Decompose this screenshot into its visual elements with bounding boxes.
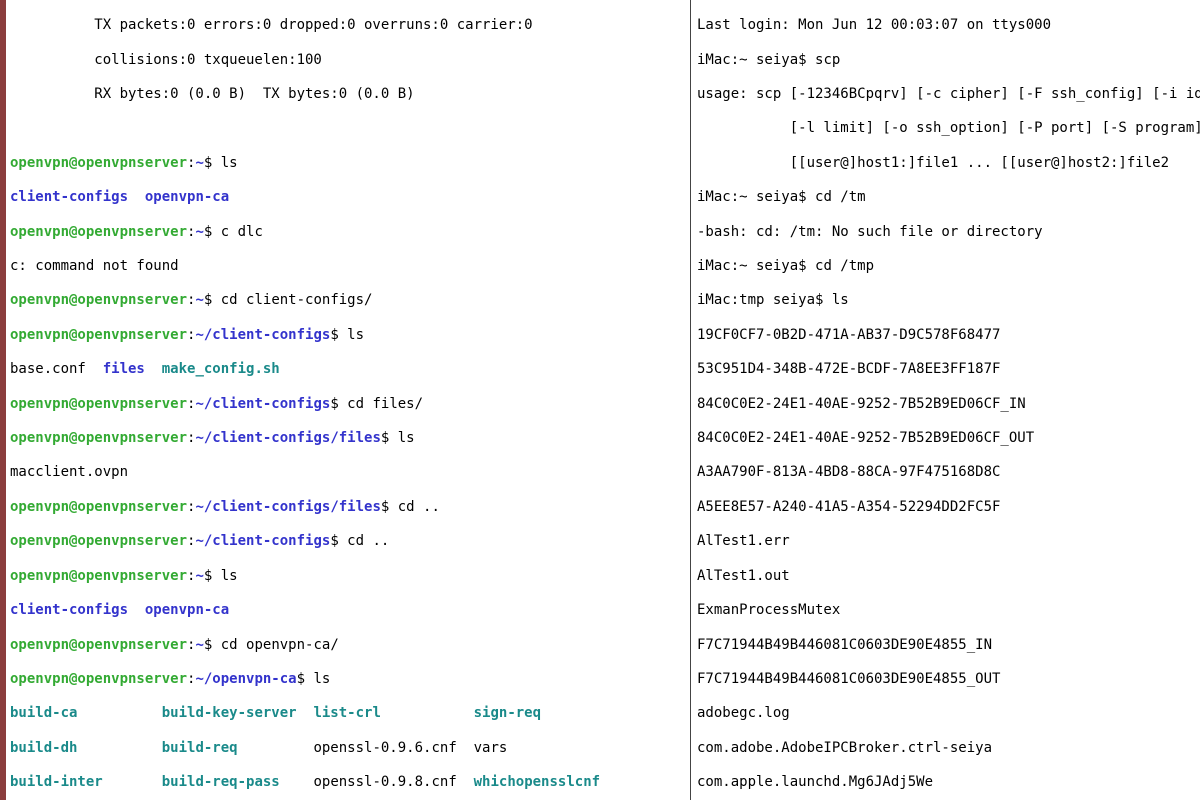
prompt-line: iMac:~ seiya$ scp bbox=[697, 52, 1200, 69]
ls-output: com.adobe.AdobeIPCBroker.ctrl-seiya bbox=[697, 740, 1200, 757]
ls-output: 84C0C0E2-24E1-40AE-9252-7B52B9ED06CF_OUT bbox=[697, 430, 1200, 447]
ls-output: build-inter build-req-pass openssl-0.9.8… bbox=[10, 774, 690, 791]
ls-output: AlTest1.err bbox=[697, 533, 1200, 550]
prompt-line: openvpn@openvpnserver:~/openvpn-ca$ ls bbox=[10, 671, 690, 688]
prompt-line: openvpn@openvpnserver:~$ cd openvpn-ca/ bbox=[10, 637, 690, 654]
prompt-line: openvpn@openvpnserver:~/client-configs/f… bbox=[10, 499, 690, 516]
blank-line bbox=[10, 120, 690, 137]
error-output: c: command not found bbox=[10, 258, 690, 275]
terminal-split-screen: TX packets:0 errors:0 dropped:0 overruns… bbox=[0, 0, 1200, 800]
ls-output: adobegc.log bbox=[697, 705, 1200, 722]
ls-output: ExmanProcessMutex bbox=[697, 602, 1200, 619]
ls-output: base.conf files make_config.sh bbox=[10, 361, 690, 378]
ls-output: F7C71944B49B446081C0603DE90E4855_OUT bbox=[697, 671, 1200, 688]
prompt-line: openvpn@openvpnserver:~/client-configs/f… bbox=[10, 430, 690, 447]
ls-output: 19CF0CF7-0B2D-471A-AB37-D9C578F68477 bbox=[697, 327, 1200, 344]
left-terminal-pane[interactable]: TX packets:0 errors:0 dropped:0 overruns… bbox=[0, 0, 691, 800]
error-output: -bash: cd: /tm: No such file or director… bbox=[697, 224, 1200, 241]
login-line: Last login: Mon Jun 12 00:03:07 on ttys0… bbox=[697, 17, 1200, 34]
ls-output: A3AA790F-813A-4BD8-88CA-97F475168D8C bbox=[697, 464, 1200, 481]
prompt-line: openvpn@openvpnserver:~$ ls bbox=[10, 155, 690, 172]
prompt-line: openvpn@openvpnserver:~$ ls bbox=[10, 568, 690, 585]
netstat-line: RX bytes:0 (0.0 B) TX bytes:0 (0.0 B) bbox=[10, 86, 690, 103]
netstat-line: TX packets:0 errors:0 dropped:0 overruns… bbox=[10, 17, 690, 34]
ls-output: F7C71944B49B446081C0603DE90E4855_IN bbox=[697, 637, 1200, 654]
netstat-line: collisions:0 txqueuelen:100 bbox=[10, 52, 690, 69]
prompt-line: openvpn@openvpnserver:~$ cd client-confi… bbox=[10, 292, 690, 309]
usage-line: [-l limit] [-o ssh_option] [-P port] [-S… bbox=[697, 120, 1200, 137]
ls-output: com.apple.launchd.Mg6JAdj5We bbox=[697, 774, 1200, 791]
ls-output: A5EE8E57-A240-41A5-A354-52294DD2FC5F bbox=[697, 499, 1200, 516]
ls-output: macclient.ovpn bbox=[10, 464, 690, 481]
usage-line: [[user@]host1:]file1 ... [[user@]host2:]… bbox=[697, 155, 1200, 172]
ls-output: AlTest1.out bbox=[697, 568, 1200, 585]
prompt-line: iMac:tmp seiya$ ls bbox=[697, 292, 1200, 309]
ls-output: build-ca build-key-server list-crl sign-… bbox=[10, 705, 690, 722]
ls-output: build-dh build-req openssl-0.9.6.cnf var… bbox=[10, 740, 690, 757]
prompt-line: openvpn@openvpnserver:~/client-configs$ … bbox=[10, 533, 690, 550]
right-terminal-pane[interactable]: Last login: Mon Jun 12 00:03:07 on ttys0… bbox=[691, 0, 1200, 800]
usage-line: usage: scp [-12346BCpqrv] [-c cipher] [-… bbox=[697, 86, 1200, 103]
ls-output: client-configs openvpn-ca bbox=[10, 189, 690, 206]
prompt-line: iMac:~ seiya$ cd /tm bbox=[697, 189, 1200, 206]
prompt-line: iMac:~ seiya$ cd /tmp bbox=[697, 258, 1200, 275]
prompt-line: openvpn@openvpnserver:~/client-configs$ … bbox=[10, 396, 690, 413]
ls-output: client-configs openvpn-ca bbox=[10, 602, 690, 619]
prompt-line: openvpn@openvpnserver:~$ c dlc bbox=[10, 224, 690, 241]
prompt-line: openvpn@openvpnserver:~/client-configs$ … bbox=[10, 327, 690, 344]
ls-output: 53C951D4-348B-472E-BCDF-7A8EE3FF187F bbox=[697, 361, 1200, 378]
ls-output: 84C0C0E2-24E1-40AE-9252-7B52B9ED06CF_IN bbox=[697, 396, 1200, 413]
